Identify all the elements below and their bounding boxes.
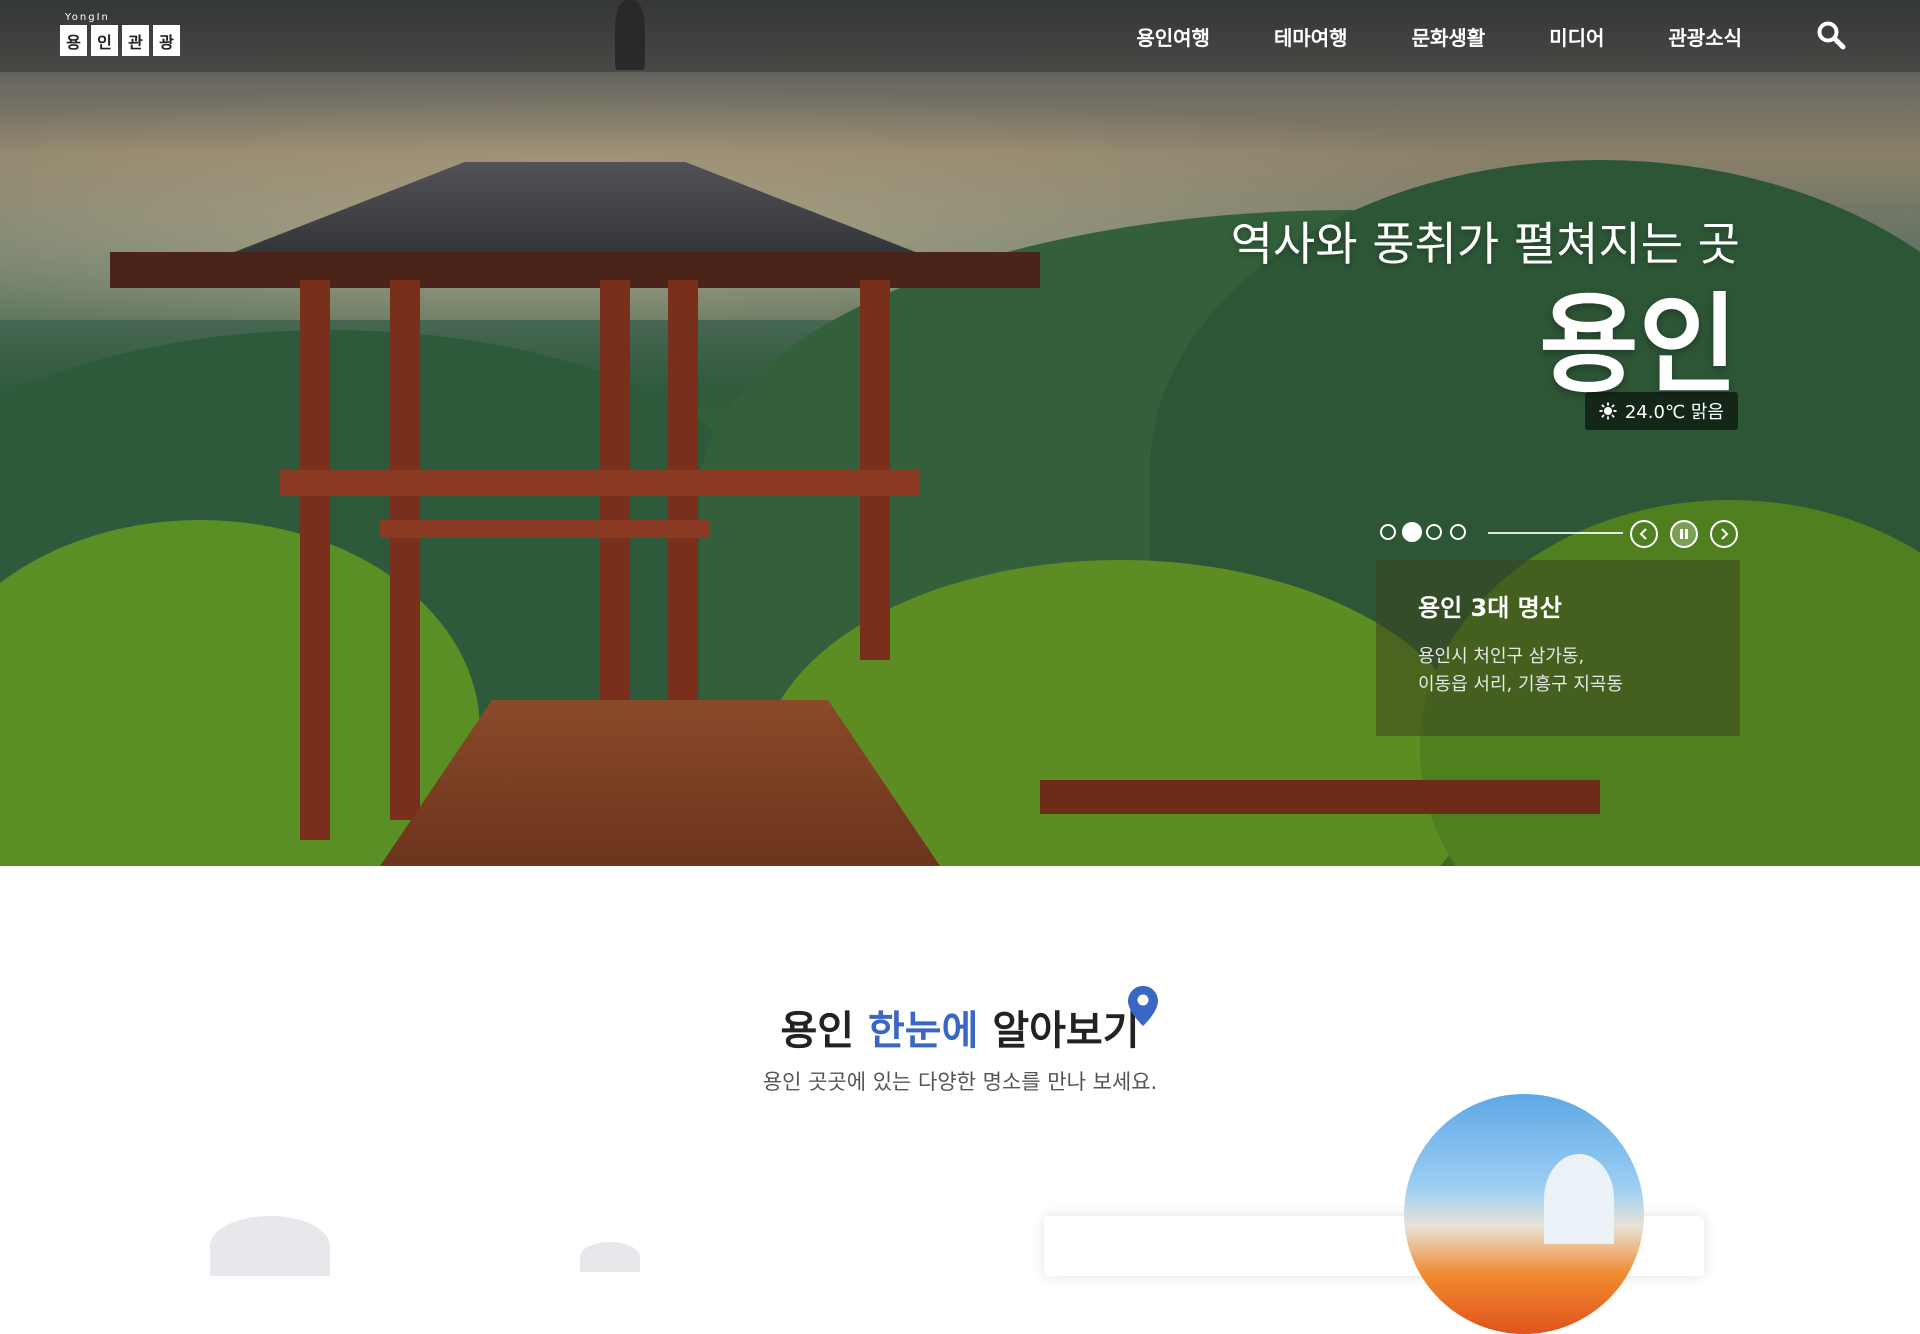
- section-title-prefix: 용인: [780, 1008, 868, 1054]
- pause-icon: [1680, 529, 1688, 539]
- weather-badge: 24.0℃ 맑음: [1584, 392, 1738, 430]
- section-subtitle: 용인 곳곳에 있는 다양한 명소를 만나 보세요.: [762, 1070, 1158, 1094]
- logo-char: 인: [91, 25, 118, 56]
- slide-progress-line: [1488, 532, 1623, 534]
- slide-caption[interactable]: 용인 3대 명산 용인시 처인구 삼가동, 이동읍 서리, 기흥구 지곡동: [1376, 560, 1740, 736]
- top-navigation-bar: YongIn 용 인 관 광 용인여행 테마여행 문화생활 미디어 관광소식: [0, 0, 1920, 72]
- pause-slide-button[interactable]: [1670, 520, 1698, 548]
- region-map-shape: [210, 1216, 330, 1276]
- region-map-shape: [580, 1242, 640, 1272]
- next-slide-button[interactable]: [1710, 520, 1738, 548]
- logo-subtitle: YongIn: [65, 12, 110, 23]
- chevron-right-icon: [1721, 528, 1729, 540]
- logo-char: 용: [60, 25, 87, 56]
- caption-title: 용인 3대 명산: [1418, 594, 1562, 622]
- main-nav: 용인여행 테마여행 문화생활 미디어 관광소식: [1072, 0, 1742, 72]
- slide-dot[interactable]: [1426, 524, 1442, 540]
- chevron-left-icon: [1639, 528, 1647, 540]
- nav-item-theme-travel[interactable]: 테마여행: [1274, 22, 1348, 51]
- weather-text: 24.0℃ 맑음: [1624, 402, 1724, 423]
- nav-item-news[interactable]: 관광소식: [1668, 22, 1742, 51]
- pavilion-post: [300, 280, 330, 840]
- photo-building: [1544, 1154, 1614, 1244]
- section-title-suffix: 알아보기: [978, 1008, 1140, 1054]
- section-title: 용인 한눈에 알아보기: [0, 998, 1920, 1056]
- search-icon[interactable]: [1816, 20, 1846, 50]
- fence: [1040, 780, 1600, 814]
- hero-banner: [0, 0, 1920, 866]
- nav-item-culture[interactable]: 문화생활: [1412, 22, 1486, 51]
- caption-text: 용인시 처인구 삼가동,: [1418, 646, 1585, 667]
- logo-char: 광: [153, 25, 180, 56]
- slider-controls: [1380, 520, 1740, 548]
- attraction-photo[interactable]: [1404, 1094, 1644, 1334]
- map-pin-icon: [1128, 986, 1158, 1026]
- pavilion-post: [390, 280, 420, 820]
- section-title-highlight: 한눈에: [867, 1008, 979, 1054]
- slide-dot[interactable]: [1380, 524, 1396, 540]
- logo-char: 관: [122, 25, 149, 56]
- site-logo[interactable]: YongIn 용 인 관 광: [60, 12, 180, 56]
- sun-icon: [1599, 402, 1617, 420]
- nav-item-travel[interactable]: 용인여행: [1136, 22, 1210, 51]
- prev-slide-button[interactable]: [1630, 520, 1658, 548]
- pavilion-railing: [280, 470, 920, 496]
- slide-dot-active[interactable]: [1402, 522, 1422, 542]
- pavilion-railing: [380, 520, 710, 538]
- slide-dot[interactable]: [1450, 524, 1466, 540]
- hero-city-name: 용인: [1539, 283, 1738, 408]
- caption-text: 이동읍 서리, 기흥구 지곡동: [1418, 674, 1624, 695]
- nav-item-media[interactable]: 미디어: [1549, 22, 1604, 51]
- pavilion-eave: [110, 252, 1040, 288]
